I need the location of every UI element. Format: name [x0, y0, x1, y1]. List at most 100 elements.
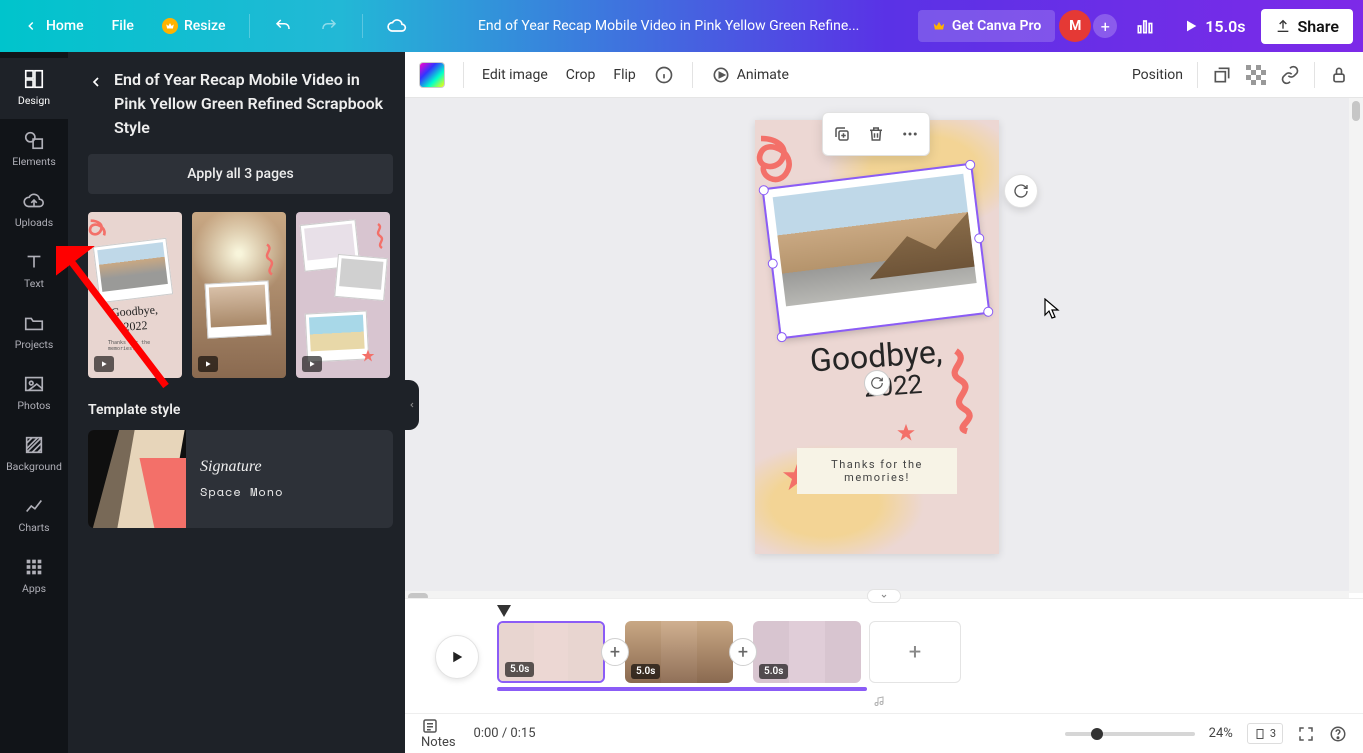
timeline-collapse[interactable]	[867, 589, 901, 603]
style-font-2: Space Mono	[200, 484, 379, 501]
edit-image-button[interactable]: Edit image	[482, 67, 548, 83]
link-button[interactable]	[1280, 65, 1300, 85]
rail-design[interactable]: Design	[0, 58, 68, 119]
separator	[692, 62, 693, 88]
style-swatch	[88, 430, 186, 528]
rail-label: Text	[24, 277, 44, 290]
animate-button[interactable]: Animate	[711, 65, 789, 85]
more-button[interactable]	[895, 119, 925, 149]
zoom-thumb[interactable]	[1091, 728, 1103, 740]
page-stage[interactable]: Goodbye, 2022 Thanks for the memories!	[755, 120, 999, 554]
fullscreen-button[interactable]	[1297, 725, 1315, 743]
animate-label: Animate	[737, 67, 789, 83]
preview-button[interactable]: 15.0s	[1173, 9, 1255, 44]
info-button[interactable]	[654, 65, 674, 85]
rail-photos[interactable]: Photos	[0, 363, 68, 424]
zoom-slider[interactable]	[1065, 732, 1195, 736]
grid-icon	[23, 556, 45, 578]
crown-icon	[162, 18, 178, 34]
get-pro-button[interactable]: Get Canva Pro	[918, 10, 1055, 42]
add-transition-button[interactable]: +	[729, 638, 757, 666]
timeline-progress[interactable]	[497, 687, 867, 691]
layers-button[interactable]	[1212, 65, 1232, 85]
canvas-area[interactable]: Goodbye, 2022 Thanks for the memories!	[405, 98, 1349, 593]
chart-line-icon	[23, 495, 45, 517]
rail-elements[interactable]: Elements	[0, 119, 68, 180]
cloud-sync-icon[interactable]	[375, 8, 419, 44]
separator	[362, 14, 363, 38]
undo-button[interactable]	[262, 9, 304, 43]
home-button[interactable]: Home	[10, 9, 96, 43]
bottom-right: 24% 3	[1065, 723, 1347, 744]
resize-button[interactable]: Resize	[150, 10, 238, 42]
template-page-1[interactable]: Goodbye,2022 Thanks for thememories!	[88, 212, 182, 378]
get-pro-label: Get Canva Pro	[952, 18, 1041, 34]
photo-icon	[23, 373, 45, 395]
delete-button[interactable]	[861, 119, 891, 149]
playhead[interactable]	[497, 605, 511, 617]
topbar: Home File Resize End of Year Recap Mobil…	[0, 0, 1363, 52]
rail-charts[interactable]: Charts	[0, 485, 68, 546]
rail-label: Background	[6, 460, 62, 473]
timeline-clip-2[interactable]: 5.0s	[625, 621, 733, 683]
add-transition-button[interactable]: +	[601, 638, 629, 666]
polaroid-photo	[773, 174, 977, 307]
star-decor	[895, 422, 917, 444]
style-font-1: Signature	[200, 458, 379, 476]
rotate-handle[interactable]	[864, 370, 890, 396]
rail-apps[interactable]: Apps	[0, 546, 68, 607]
template-style-heading: Template style	[88, 402, 393, 418]
scrollbar-thumb[interactable]	[1352, 101, 1360, 121]
position-button[interactable]: Position	[1132, 67, 1183, 83]
rail-background[interactable]: Background	[0, 424, 68, 485]
rail-label: Charts	[19, 521, 50, 534]
share-button[interactable]: Share	[1261, 9, 1353, 44]
share-label: Share	[1297, 17, 1339, 36]
panel-title: End of Year Recap Mobile Video in Pink Y…	[114, 68, 393, 140]
rail-label: Uploads	[15, 216, 53, 229]
separator	[1314, 62, 1315, 88]
back-button[interactable]	[88, 74, 104, 90]
tape-caption[interactable]: Thanks for the memories!	[797, 448, 957, 494]
shapes-icon	[23, 129, 45, 151]
help-button[interactable]	[1329, 725, 1347, 743]
lock-button[interactable]	[1329, 65, 1349, 85]
rail-projects[interactable]: Projects	[0, 302, 68, 363]
regenerate-button[interactable]	[1004, 174, 1038, 208]
add-member-button[interactable]: +	[1093, 14, 1117, 38]
file-menu[interactable]: File	[100, 10, 146, 42]
template-style-card[interactable]: Signature Space Mono	[88, 430, 393, 528]
template-page-3[interactable]	[296, 212, 390, 378]
redo-button[interactable]	[308, 9, 350, 43]
transparency-button[interactable]	[1246, 65, 1266, 85]
flip-button[interactable]: Flip	[613, 67, 635, 83]
folder-icon	[23, 312, 45, 334]
rail-text[interactable]: Text	[0, 241, 68, 302]
rail-label: Elements	[12, 155, 56, 168]
color-picker[interactable]	[419, 62, 445, 88]
template-page-2[interactable]	[192, 212, 286, 378]
document-title[interactable]: End of Year Recap Mobile Video in Pink Y…	[423, 18, 913, 34]
timeline-clip-1[interactable]: 5.0s	[497, 621, 605, 683]
timeline-play-button[interactable]	[435, 635, 479, 679]
audio-track-icon[interactable]	[871, 695, 887, 707]
timeline-track: 5.0s + 5.0s + 5.0s +	[497, 617, 1343, 687]
vertical-scrollbar[interactable]	[1349, 98, 1363, 593]
notes-icon	[421, 717, 456, 735]
duplicate-button[interactable]	[827, 119, 857, 149]
analytics-button[interactable]	[1123, 8, 1167, 44]
play-icon	[302, 356, 322, 372]
polaroid-frame[interactable]	[763, 164, 990, 338]
play-icon	[1183, 18, 1199, 34]
tape-line2: memories!	[844, 471, 910, 484]
rail-uploads[interactable]: Uploads	[0, 180, 68, 241]
panel-collapse-handle[interactable]	[405, 380, 419, 430]
apply-all-button[interactable]: Apply all 3 pages	[88, 154, 393, 194]
avatar[interactable]: M	[1059, 10, 1091, 42]
page-indicator[interactable]: 3	[1247, 723, 1283, 744]
add-page-button[interactable]: +	[869, 621, 961, 683]
timeline-clip-3[interactable]: 5.0s	[753, 621, 861, 683]
crop-button[interactable]: Crop	[566, 67, 596, 83]
notes-button[interactable]: Notes	[421, 717, 456, 750]
zoom-level[interactable]: 24%	[1209, 726, 1233, 741]
